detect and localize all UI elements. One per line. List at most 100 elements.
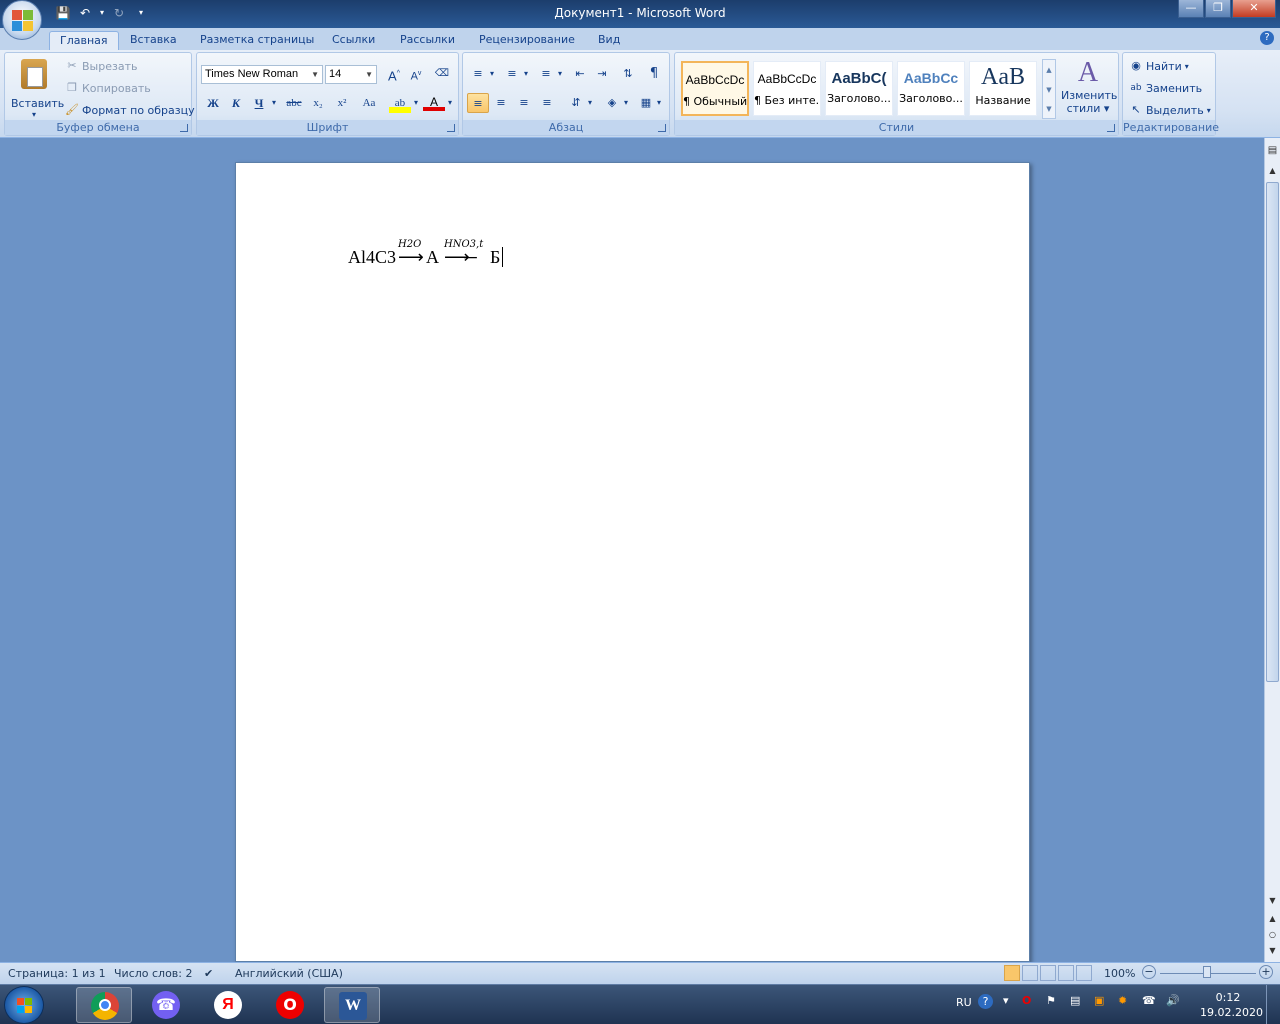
tab-home[interactable]: Главная — [49, 31, 119, 51]
draft-icon[interactable] — [1076, 965, 1092, 981]
cut-button[interactable]: ✂ Вырезать — [65, 59, 137, 73]
borders-dropdown-icon[interactable]: ▾ — [654, 93, 664, 113]
tab-review[interactable]: Рецензирование — [479, 31, 575, 51]
full-screen-reading-icon[interactable] — [1022, 965, 1038, 981]
bold-button[interactable]: Ж — [202, 93, 224, 113]
volume-icon[interactable]: 🔊 — [1166, 994, 1180, 1007]
format-painter-button[interactable]: 🖌 Формат по образцу — [65, 103, 195, 117]
office-button[interactable] — [2, 0, 42, 40]
font-launcher-icon[interactable] — [447, 124, 455, 132]
align-right-icon[interactable]: ≡ — [513, 93, 535, 113]
change-styles-button[interactable]: A Изменить стили ▾ — [1061, 57, 1117, 119]
opera-tray-icon[interactable]: O — [1022, 994, 1031, 1007]
page-count[interactable]: Страница: 1 из 1 — [8, 967, 106, 980]
tab-page-layout[interactable]: Разметка страницы — [200, 31, 314, 51]
opera-taskbar-button[interactable]: O — [262, 987, 318, 1023]
word-count[interactable]: Число слов: 2 — [114, 967, 193, 980]
chemical-equation[interactable]: Al4C3 H2O ⟶ A HNO3,t ⟶ ─ Б — [348, 233, 648, 273]
align-left-icon[interactable]: ≡ — [467, 93, 489, 113]
show-desktop-button[interactable] — [1266, 985, 1280, 1024]
clear-formatting-icon[interactable]: ⌫ — [431, 64, 453, 84]
redo-icon[interactable]: ↻ — [110, 4, 128, 22]
clock[interactable]: 0:12 19.02.2020 — [1200, 990, 1263, 1020]
start-button[interactable] — [4, 986, 44, 1024]
outline-icon[interactable] — [1058, 965, 1074, 981]
zoom-in-icon[interactable]: + — [1259, 965, 1273, 979]
language-bar[interactable]: RU — [956, 996, 972, 1009]
action-center-icon[interactable]: ⚑ — [1046, 994, 1056, 1007]
line-spacing-dropdown-icon[interactable]: ▾ — [585, 93, 595, 113]
multilevel-list-icon[interactable]: ≡ — [535, 64, 557, 84]
zoom-level[interactable]: 100% — [1104, 967, 1135, 980]
styles-more-icon[interactable]: ▼ — [1043, 100, 1055, 118]
document-page[interactable]: Al4C3 H2O ⟶ A HNO3,t ⟶ ─ Б — [235, 162, 1030, 962]
font-color-dropdown-icon[interactable]: ▾ — [445, 93, 455, 113]
paragraph-launcher-icon[interactable] — [658, 124, 666, 132]
scroll-down-icon[interactable]: ▼ — [1265, 894, 1280, 908]
close-button[interactable]: ✕ — [1232, 0, 1276, 18]
italic-button[interactable]: К — [225, 93, 247, 113]
language-indicator[interactable]: Английский (США) — [235, 967, 343, 980]
word-taskbar-button[interactable]: W — [324, 987, 380, 1023]
justify-icon[interactable]: ≡ — [536, 93, 558, 113]
maximize-button[interactable]: ❐ — [1205, 0, 1231, 18]
styles-launcher-icon[interactable] — [1107, 124, 1115, 132]
highlight-icon[interactable]: ab — [389, 93, 411, 113]
show-marks-icon[interactable]: ¶ — [643, 64, 665, 84]
underline-button[interactable]: Ч — [248, 93, 270, 113]
language-options-icon[interactable]: ▾ — [1003, 994, 1009, 1007]
sort-icon[interactable]: ⇅ — [617, 64, 639, 84]
web-layout-icon[interactable] — [1040, 965, 1056, 981]
browse-object-icon[interactable]: ○ — [1265, 928, 1280, 942]
multilevel-dropdown-icon[interactable]: ▾ — [555, 64, 565, 84]
yandex-taskbar-button[interactable]: Я — [200, 987, 256, 1023]
style-no-spacing[interactable]: AaBbCcDc ¶ Без инте... — [753, 61, 821, 116]
bullets-icon[interactable]: ≡ — [467, 64, 489, 84]
find-button[interactable]: ◉ Найти ▾ — [1129, 59, 1189, 73]
copy-button[interactable]: ❐ Копировать — [65, 81, 151, 95]
paste-button[interactable]: Вставить ▾ — [11, 57, 64, 121]
network-icon[interactable]: ▤ — [1070, 994, 1080, 1007]
decrease-indent-icon[interactable]: ⇤ — [569, 64, 591, 84]
highlight-dropdown-icon[interactable]: ▾ — [411, 93, 421, 113]
style-heading2[interactable]: AaBbCc Заголово... — [897, 61, 965, 116]
style-title[interactable]: AaB Название — [969, 61, 1037, 116]
subscript-button[interactable]: x₂ — [307, 93, 329, 113]
previous-page-icon[interactable]: ▲ — [1265, 912, 1280, 926]
undo-icon[interactable]: ↶ — [76, 4, 94, 22]
next-page-icon[interactable]: ▼ — [1265, 944, 1280, 958]
shrink-font-button[interactable]: Av — [405, 64, 427, 84]
replace-button[interactable]: ab Заменить — [1129, 81, 1202, 95]
font-name-combo[interactable]: Times New Roman ▼ — [201, 65, 323, 84]
styles-up-icon[interactable]: ▲ — [1043, 60, 1055, 80]
shading-dropdown-icon[interactable]: ▾ — [621, 93, 631, 113]
scroll-thumb[interactable] — [1266, 182, 1279, 682]
zoom-slider-thumb[interactable] — [1203, 966, 1211, 978]
proofing-icon[interactable]: ✔ — [204, 967, 213, 980]
font-size-combo[interactable]: 14 ▼ — [325, 65, 377, 84]
font-name-dropdown-icon[interactable]: ▼ — [311, 66, 319, 83]
underline-dropdown-icon[interactable]: ▾ — [269, 93, 279, 113]
viber-tray-icon[interactable]: ☎ — [1142, 994, 1156, 1007]
line-spacing-icon[interactable]: ⇵ — [565, 93, 587, 113]
help-icon[interactable]: ? — [1260, 31, 1274, 45]
scroll-up-icon[interactable]: ▲ — [1265, 164, 1280, 178]
increase-indent-icon[interactable]: ⇥ — [591, 64, 613, 84]
tab-insert[interactable]: Вставка — [130, 31, 177, 51]
minimize-button[interactable]: — — [1178, 0, 1204, 18]
numbering-icon[interactable]: ≡ — [501, 64, 523, 84]
strikethrough-button[interactable]: abc — [283, 93, 305, 113]
viber-taskbar-button[interactable]: ☎ — [138, 987, 194, 1023]
print-layout-icon[interactable] — [1004, 965, 1020, 981]
chrome-taskbar-button[interactable] — [76, 987, 132, 1023]
save-icon[interactable]: 💾 — [54, 4, 72, 22]
tray-app-icon[interactable]: ▣ — [1094, 994, 1104, 1007]
settings-tray-icon[interactable]: ✹ — [1118, 994, 1127, 1007]
shading-icon[interactable]: ◈ — [601, 93, 623, 113]
numbering-dropdown-icon[interactable]: ▾ — [521, 64, 531, 84]
styles-scroller[interactable]: ▲ ▼ ▼ — [1042, 59, 1056, 119]
font-size-dropdown-icon[interactable]: ▼ — [365, 66, 373, 83]
change-case-button[interactable]: Aa — [356, 93, 382, 113]
vertical-scrollbar[interactable]: ▤ ▲ ▼ ▲ ○ ▼ — [1264, 138, 1280, 962]
zoom-out-icon[interactable]: − — [1142, 965, 1156, 979]
